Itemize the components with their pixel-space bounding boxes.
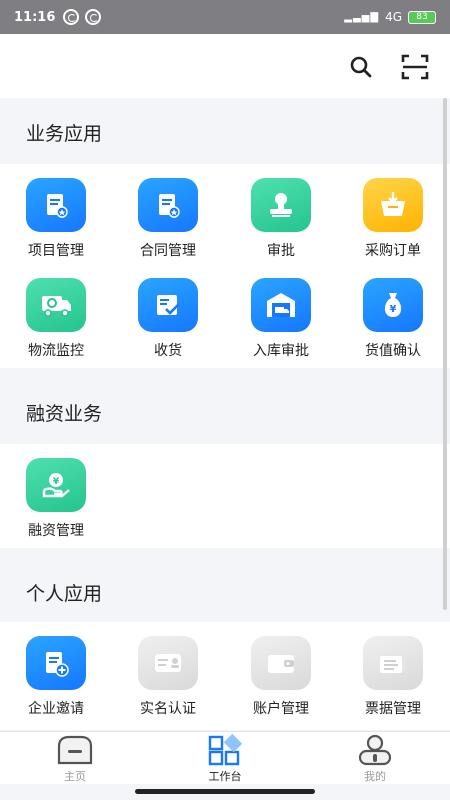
app-item-enterprise-invite[interactable]: 企业邀请 (0, 636, 112, 726)
tab-label-mine: 我的 (364, 770, 386, 783)
app-item-logistics[interactable]: 物流监控 (0, 278, 112, 368)
purchase-order-icon (363, 178, 423, 232)
user-icon (355, 734, 395, 766)
section-title-business: 业务应用 (26, 122, 103, 145)
enterprise-invite-icon (26, 636, 86, 690)
bottom-tab-bar: 主页 工作台 我的 (0, 731, 450, 784)
app-item-goods-value[interactable]: ¥ 货值确认 (337, 278, 449, 368)
battery-icon: 83 (408, 10, 436, 24)
scan-icon (401, 54, 429, 80)
app-item-receipt[interactable]: 收货 (112, 278, 224, 368)
scrollbar[interactable] (443, 98, 447, 610)
app-label: 账户管理 (253, 701, 309, 717)
home-indicator (135, 789, 315, 794)
network-label: 4G (385, 10, 402, 24)
app-item-financing[interactable]: ¥ 融资管理 (0, 458, 112, 548)
app-label: 收货 (154, 343, 182, 359)
warehouse-inbound-icon (251, 278, 311, 332)
app-label: 合同管理 (140, 243, 196, 259)
app-label: 实名认证 (140, 701, 196, 717)
finance-grid: ¥ 融资管理 (0, 444, 450, 548)
home-icon (55, 734, 95, 766)
app-label: 企业邀请 (28, 701, 84, 717)
search-button[interactable] (346, 52, 376, 82)
app-label: 审批 (267, 243, 295, 259)
logistics-truck-icon (26, 278, 86, 332)
business-grid: 项目管理 合同管理 审批 采购订单 物流监控 收货 入库审批 ¥ 货值确认 (0, 164, 450, 368)
receipt-check-icon (138, 278, 198, 332)
status-right: ▂▃▅▇ 4G 83 (344, 10, 436, 24)
tab-workbench[interactable]: 工作台 (170, 734, 280, 784)
personal-grid: 企业邀请 实名认证 账户管理 票据管理 (0, 622, 450, 730)
tab-home[interactable]: 主页 (20, 734, 130, 784)
app-item-approval[interactable]: 审批 (225, 178, 337, 268)
search-icon (350, 56, 372, 78)
notification-icon (63, 9, 80, 25)
app-item-account-manage[interactable]: 账户管理 (225, 636, 337, 726)
contract-doc-icon (138, 178, 198, 232)
money-bag-icon: ¥ (363, 278, 423, 332)
scan-button[interactable] (400, 52, 430, 82)
app-item-project[interactable]: 项目管理 (0, 178, 112, 268)
app-item-bill-manage[interactable]: 票据管理 (337, 636, 449, 726)
svg-text:¥: ¥ (390, 304, 397, 315)
top-bar (0, 34, 450, 98)
app-item-warehouse-inbound[interactable]: 入库审批 (225, 278, 337, 368)
notification-icon (85, 9, 102, 25)
app-label: 入库审批 (253, 343, 309, 359)
section-title-finance: 融资业务 (26, 402, 103, 425)
app-item-contract[interactable]: 合同管理 (112, 178, 224, 268)
section-title-personal: 个人应用 (26, 582, 103, 605)
app-item-purchase-order[interactable]: 采购订单 (337, 178, 449, 268)
app-label: 票据管理 (365, 701, 421, 717)
wallet-icon (251, 636, 311, 690)
approval-stamp-icon (251, 178, 311, 232)
svg-text:¥: ¥ (53, 477, 60, 487)
tab-mine[interactable]: 我的 (320, 734, 430, 784)
workbench-icon (205, 734, 245, 766)
signal-icon: ▂▃▅▇ (344, 11, 380, 23)
status-time: 11:16 (14, 9, 56, 25)
bill-icon (363, 636, 423, 690)
app-item-real-name-auth[interactable]: 实名认证 (112, 636, 224, 726)
hand-coin-icon: ¥ (26, 458, 86, 512)
app-label: 货值确认 (365, 343, 421, 359)
status-bar: 11:16 ▂▃▅▇ 4G 83 (0, 0, 450, 34)
app-label: 物流监控 (28, 343, 84, 359)
tab-label-home: 主页 (64, 770, 86, 783)
app-label: 融资管理 (28, 523, 84, 539)
id-card-icon (138, 636, 198, 690)
app-label: 项目管理 (28, 243, 84, 259)
app-label: 采购订单 (365, 243, 421, 259)
project-doc-icon (26, 178, 86, 232)
tab-label-workbench: 工作台 (208, 770, 242, 783)
